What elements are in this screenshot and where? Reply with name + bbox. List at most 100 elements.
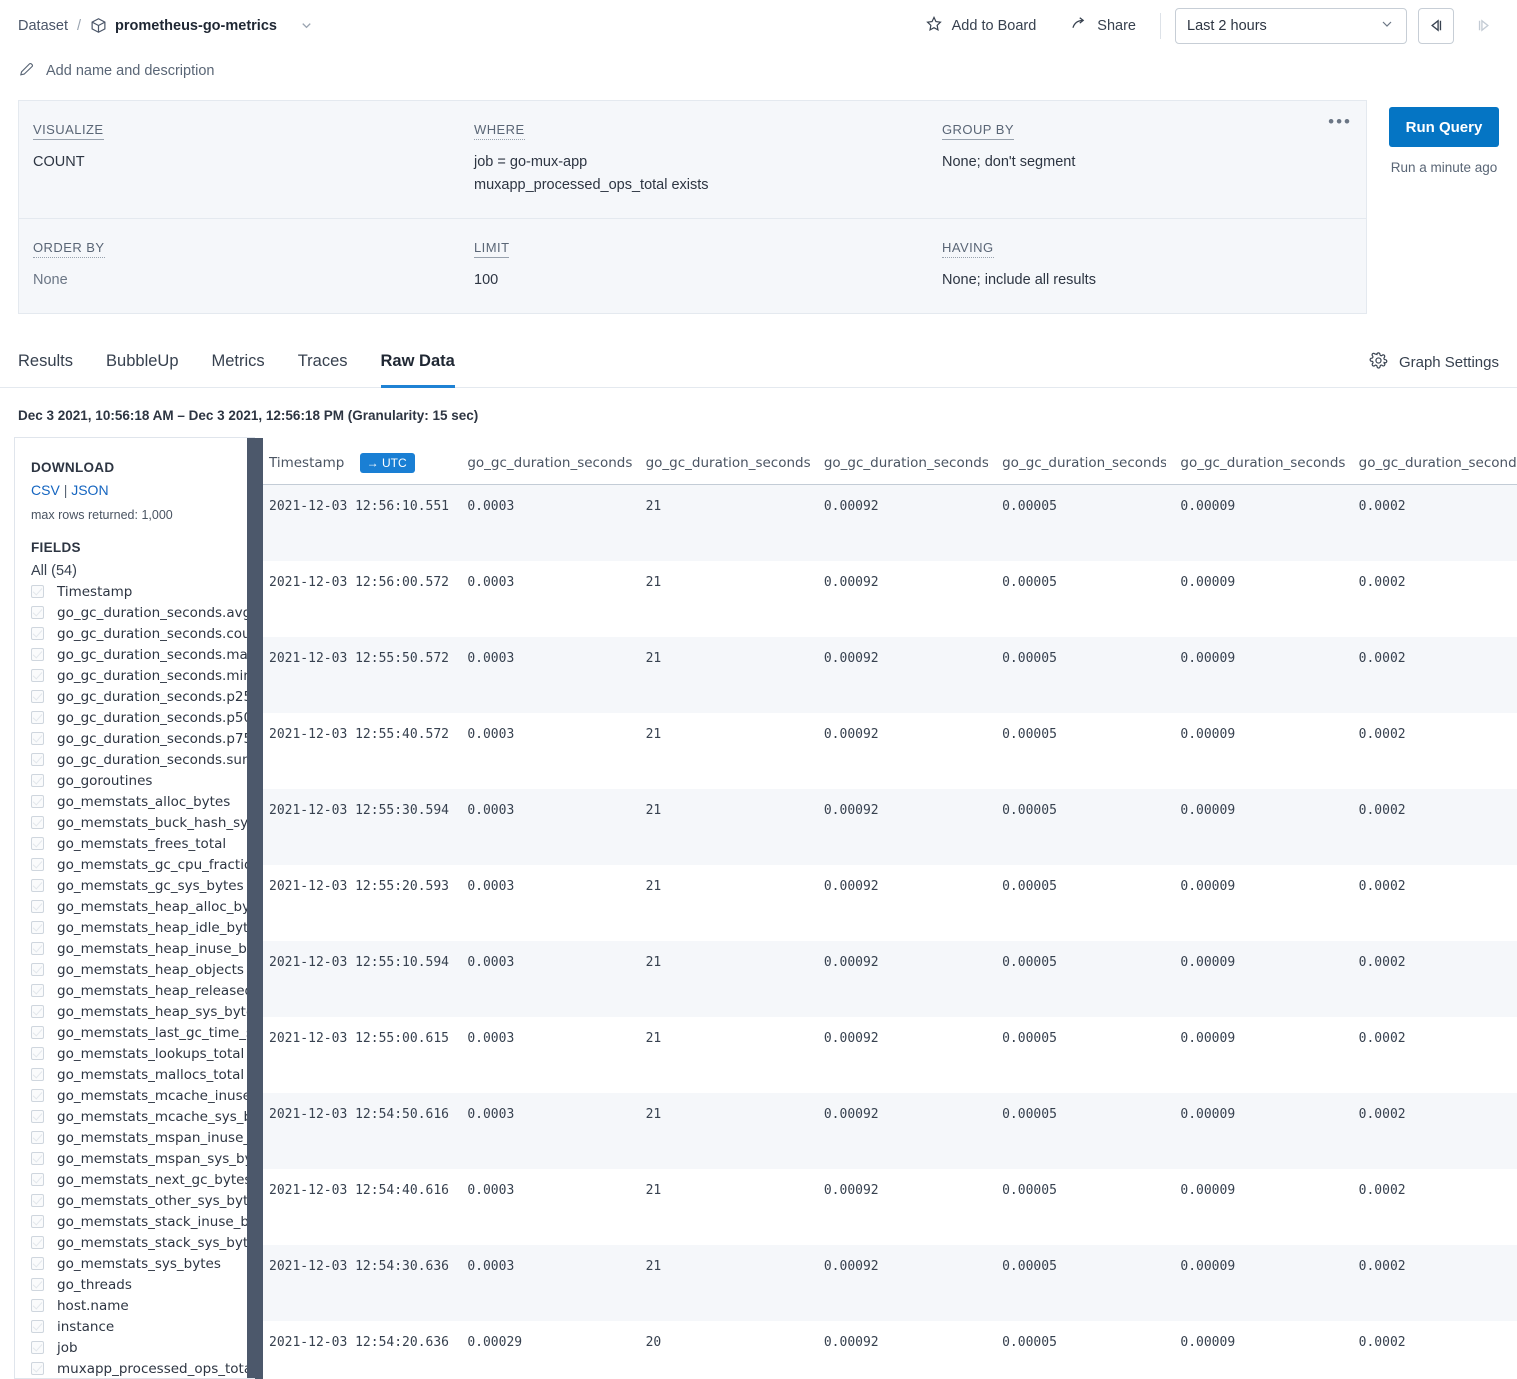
field-checkbox[interactable] [31,1236,44,1249]
field-list-item[interactable]: go_gc_duration_seconds.count [31,623,255,644]
table-row[interactable]: 2021-12-03 12:54:30.6360.0003210.000920.… [255,1245,1517,1321]
field-checkbox[interactable] [31,900,44,913]
run-query-button[interactable]: Run Query [1389,107,1499,147]
field-list-item[interactable]: go_memstats_heap_sys_bytes [31,1001,255,1022]
field-list-item[interactable]: go_gc_duration_seconds.p50 [31,707,255,728]
field-checkbox[interactable] [31,1341,44,1354]
field-checkbox[interactable] [31,1089,44,1102]
field-list-item[interactable]: go_memstats_last_gc_time_seconds [31,1022,255,1043]
field-checkbox[interactable] [31,648,44,661]
field-list-item[interactable]: go_memstats_stack_sys_bytes [31,1232,255,1253]
column-header-go-gc-duration-seconds-count[interactable]: go_gc_duration_seconds.count [632,438,810,485]
column-header-go-gc-duration-seconds-max[interactable]: go_gc_duration_seconds.max [810,438,988,485]
table-row[interactable]: 2021-12-03 12:54:50.6160.0003210.000920.… [255,1093,1517,1169]
field-list-item[interactable]: go_goroutines [31,770,255,791]
field-checkbox[interactable] [31,627,44,640]
step-forward-button[interactable] [1465,8,1501,44]
table-row[interactable]: 2021-12-03 12:55:00.6150.0003210.000920.… [255,1017,1517,1093]
visualize-label[interactable]: VISUALIZE [33,122,104,140]
field-list-item[interactable]: go_memstats_lookups_total [31,1043,255,1064]
field-checkbox[interactable] [31,1215,44,1228]
field-checkbox[interactable] [31,1005,44,1018]
field-list-item[interactable]: go_gc_duration_seconds.max [31,644,255,665]
field-list-item[interactable]: go_memstats_mspan_sys_bytes [31,1148,255,1169]
field-list-item[interactable]: go_memstats_heap_alloc_bytes [31,896,255,917]
where-label[interactable]: WHERE [474,122,525,140]
field-checkbox[interactable] [31,879,44,892]
step-back-button[interactable] [1418,8,1454,44]
time-range-select[interactable]: Last 2 hours [1175,8,1407,44]
field-checkbox[interactable] [31,1257,44,1270]
field-list-item[interactable]: go_memstats_gc_cpu_fraction [31,854,255,875]
field-checkbox[interactable] [31,711,44,724]
query-overflow-menu-button[interactable]: ••• [1328,113,1352,130]
field-list-item[interactable]: go_memstats_heap_objects [31,959,255,980]
field-list-item[interactable]: muxapp_processed_ops_total [31,1358,255,1379]
field-list-item[interactable]: go_memstats_stack_inuse_bytes [31,1211,255,1232]
query-clause-limit[interactable]: LIMIT 100 [474,219,942,313]
table-horizontal-scrollbar-handle[interactable] [255,438,263,1379]
tab-bubbleup[interactable]: BubbleUp [106,342,178,388]
tab-results[interactable]: Results [18,342,73,388]
field-list-item[interactable]: go_memstats_buck_hash_sys_bytes [31,812,255,833]
field-checkbox[interactable] [31,837,44,850]
table-row[interactable]: 2021-12-03 12:55:10.5940.0003210.000920.… [255,941,1517,1017]
field-checkbox[interactable] [31,1320,44,1333]
field-list-item[interactable]: go_gc_duration_seconds.p25 [31,686,255,707]
column-header-go-gc-duration-seconds-p50[interactable]: go_gc_duration_seconds.p50 [1345,438,1517,485]
field-list-item[interactable]: go_memstats_mcache_sys_bytes [31,1106,255,1127]
add-name-description-row[interactable]: Add name and description [0,51,1517,91]
field-checkbox[interactable] [31,585,44,598]
share-button[interactable]: Share [1060,9,1146,43]
field-list-item[interactable]: go_memstats_gc_sys_bytes [31,875,255,896]
field-list-item[interactable]: Timestamp [31,581,255,602]
field-checkbox[interactable] [31,942,44,955]
field-checkbox[interactable] [31,816,44,829]
download-csv-link[interactable]: CSV [31,482,60,498]
field-list-item[interactable]: go_memstats_heap_released_bytes [31,980,255,1001]
field-list-item[interactable]: go_memstats_sys_bytes [31,1253,255,1274]
table-row[interactable]: 2021-12-03 12:55:40.5720.0003210.000920.… [255,713,1517,789]
group-by-label[interactable]: GROUP BY [942,122,1014,140]
order-by-label[interactable]: ORDER BY [33,240,105,258]
breadcrumb-root[interactable]: Dataset [18,18,68,34]
dataset-chevron-down-icon[interactable] [299,18,314,33]
column-header-go-gc-duration-seconds-p25[interactable]: go_gc_duration_seconds.p25 [1166,438,1344,485]
field-checkbox[interactable] [31,753,44,766]
field-list-item[interactable]: go_memstats_heap_inuse_bytes [31,938,255,959]
field-list-item[interactable]: go_memstats_frees_total [31,833,255,854]
field-list-item[interactable]: go_threads [31,1274,255,1295]
query-clause-having[interactable]: HAVING None; include all results [942,219,1362,313]
field-list-item[interactable]: go_memstats_mcache_inuse_bytes [31,1085,255,1106]
field-checkbox[interactable] [31,1026,44,1039]
field-checkbox[interactable] [31,1152,44,1165]
field-checkbox[interactable] [31,984,44,997]
field-list-item[interactable]: go_memstats_mspan_inuse_bytes [31,1127,255,1148]
table-row[interactable]: 2021-12-03 12:54:40.6160.0003210.000920.… [255,1169,1517,1245]
field-list-item[interactable]: go_gc_duration_seconds.p75 [31,728,255,749]
field-list-item[interactable]: instance [31,1316,255,1337]
field-list-item[interactable]: go_memstats_next_gc_bytes [31,1169,255,1190]
field-list-item[interactable]: go_gc_duration_seconds.avg [31,602,255,623]
having-label[interactable]: HAVING [942,240,994,258]
add-to-board-button[interactable]: Add to Board [915,9,1047,43]
field-list-item[interactable]: go_gc_duration_seconds.sum [31,749,255,770]
field-checkbox[interactable] [31,1047,44,1060]
field-checkbox[interactable] [31,795,44,808]
field-checkbox[interactable] [31,774,44,787]
field-checkbox[interactable] [31,606,44,619]
download-json-link[interactable]: JSON [71,482,108,498]
table-row[interactable]: 2021-12-03 12:55:20.5930.0003210.000920.… [255,865,1517,941]
field-list-item[interactable]: host.name [31,1295,255,1316]
query-clause-order-by[interactable]: ORDER BY None [19,219,474,313]
field-list-item[interactable]: go_memstats_heap_idle_bytes [31,917,255,938]
utc-toggle-badge[interactable]: → UTC [360,453,415,473]
tab-metrics[interactable]: Metrics [212,342,265,388]
field-checkbox[interactable] [31,1362,44,1375]
column-header-timestamp[interactable]: Timestamp → UTC [255,438,453,485]
table-row[interactable]: 2021-12-03 12:56:00.5720.0003210.000920.… [255,561,1517,637]
field-checkbox[interactable] [31,732,44,745]
field-checkbox[interactable] [31,1299,44,1312]
field-list-item[interactable]: go_memstats_mallocs_total [31,1064,255,1085]
column-header-go-gc-duration-seconds-avg[interactable]: go_gc_duration_seconds.avg [453,438,631,485]
